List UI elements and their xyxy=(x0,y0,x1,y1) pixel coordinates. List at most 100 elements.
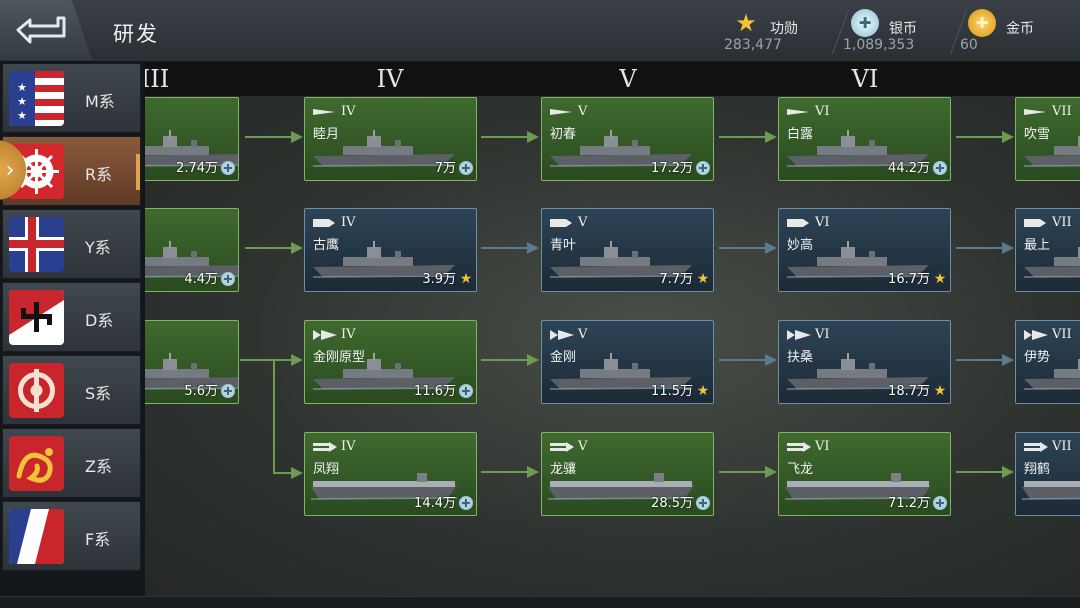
tier-label: VI xyxy=(851,65,879,93)
merit-star-icon: ★ xyxy=(696,383,710,399)
nation-tab-soviet[interactable]: S系 xyxy=(2,355,141,425)
ship-card[interactable]: IV 凤翔 14.4万 ✚ xyxy=(304,432,477,516)
page-title: 研发 xyxy=(113,22,159,46)
nation-tab-germany[interactable]: D系 xyxy=(2,282,141,352)
nation-label: F系 xyxy=(85,530,111,549)
destroyer-class-icon xyxy=(313,106,337,118)
silver-coin-icon: ✚ xyxy=(221,272,235,286)
ship-tier: VII xyxy=(1052,104,1072,119)
ship-card[interactable]: V 初春 17.2万 ✚ xyxy=(541,97,714,181)
ship-card[interactable]: IV 睦月 7万 ✚ xyxy=(304,97,477,181)
gold-value: 60 xyxy=(960,37,978,53)
ship-cost: 2.74万 xyxy=(176,161,218,176)
merit-value: 283,477 xyxy=(724,37,782,53)
cruiser-image xyxy=(1020,239,1080,281)
arrow-right-icon xyxy=(719,242,777,254)
us-flag-icon: ★ ★ ★ xyxy=(9,71,64,126)
ship-tier: IV xyxy=(341,215,356,230)
carrier-class-icon xyxy=(1024,441,1048,453)
ship-tier: VI xyxy=(815,104,830,119)
gold-label: 金币 xyxy=(1006,21,1034,37)
ship-card[interactable]: VI 妙高 16.7万 ★ xyxy=(778,208,951,292)
arrow-right-icon xyxy=(719,354,777,366)
silver-coin-icon: ✚ xyxy=(933,161,947,175)
arrow-right-icon xyxy=(719,466,777,478)
merit-star-icon: ★ xyxy=(933,271,947,287)
ship-tier: VI xyxy=(815,215,830,230)
arrow-right-icon xyxy=(481,242,539,254)
nation-tab-china[interactable]: Z系 xyxy=(2,428,141,498)
nation-label: Y系 xyxy=(85,238,111,257)
merit-star-icon: ★ xyxy=(696,271,710,287)
ship-card[interactable]: V 青叶 7.7万 ★ xyxy=(541,208,714,292)
back-button[interactable] xyxy=(0,0,92,60)
ship-cost: 7.7万 xyxy=(659,272,693,287)
battleship-class-icon xyxy=(787,329,811,341)
carrier-class-icon xyxy=(550,441,574,453)
nation-tab-uk[interactable]: Y系 xyxy=(2,209,141,279)
ship-card[interactable]: IV 古鹰 3.9万 ★ xyxy=(304,208,477,292)
ship-cost: 28.5万 xyxy=(651,496,693,511)
ship-card[interactable]: VII 最上 xyxy=(1015,208,1080,292)
ship-card[interactable]: V 金刚 11.5万 ★ xyxy=(541,320,714,404)
carrier-class-icon xyxy=(787,441,811,453)
ship-card[interactable]: VI 扶桑 18.7万 ★ xyxy=(778,320,951,404)
ship-card[interactable]: VII 吹雪 xyxy=(1015,97,1080,181)
ship-tier: IV xyxy=(341,439,356,454)
chevron-right-icon: › xyxy=(5,157,15,183)
destroyer-image xyxy=(1020,128,1080,170)
svg-text:★: ★ xyxy=(17,109,27,122)
merit-star-icon: ★ xyxy=(933,383,947,399)
ship-tier: V xyxy=(578,104,588,119)
ship-card[interactable]: 4.4万 ✚ xyxy=(145,208,239,292)
destroyer-class-icon xyxy=(1024,106,1048,118)
arrow-right-icon xyxy=(956,242,1014,254)
ship-cost: 71.2万 xyxy=(888,496,930,511)
arrow-right-icon xyxy=(481,354,539,366)
active-marker xyxy=(136,154,140,190)
silver-label: 银币 xyxy=(889,21,917,37)
ship-card[interactable]: V 龙骧 28.5万 ✚ xyxy=(541,432,714,516)
silver-coin-icon: ✚ xyxy=(696,496,710,510)
silver-coin-icon: ✚ xyxy=(696,161,710,175)
ship-tier: VI xyxy=(815,327,830,342)
china-flag-icon xyxy=(9,436,64,491)
destroyer-class-icon xyxy=(787,106,811,118)
merit-star-icon: ★ xyxy=(735,9,757,37)
arrow-right-icon xyxy=(273,467,303,479)
arrow-right-icon xyxy=(245,242,303,254)
ship-card[interactable]: VI 飞龙 71.2万 ✚ xyxy=(778,432,951,516)
arrow-right-icon xyxy=(956,466,1014,478)
research-tree: 2.74万 ✚ IV 睦月 7万 ✚ V 初春 17.2万 ✚ VI 白露 44… xyxy=(145,96,1080,596)
ship-card[interactable]: IV 金刚原型 11.6万 ✚ xyxy=(304,320,477,404)
germany-flag-icon xyxy=(9,290,64,345)
nation-tab-us[interactable]: ★ ★ ★ M系 xyxy=(2,63,141,133)
ship-tier: IV xyxy=(341,104,356,119)
tier-label: V xyxy=(619,65,637,93)
france-flag-icon xyxy=(9,509,64,564)
ship-card[interactable]: VI 白露 44.2万 ✚ xyxy=(778,97,951,181)
ship-cost: 3.9万 xyxy=(422,272,456,287)
uk-flag-icon xyxy=(9,217,64,272)
cruiser-class-icon xyxy=(787,217,811,229)
merit-label: 功勋 xyxy=(770,21,798,37)
nation-label: S系 xyxy=(85,384,112,403)
merit-star-icon: ★ xyxy=(459,271,473,287)
arrow-right-icon xyxy=(956,131,1014,143)
ship-card[interactable]: VII 伊势 xyxy=(1015,320,1080,404)
soviet-flag-icon xyxy=(9,363,64,418)
silver-value: 1,089,353 xyxy=(843,37,915,53)
nation-tab-france[interactable]: F系 xyxy=(2,501,141,571)
gold-resource: ✚ 金币 60 xyxy=(960,6,1060,56)
ship-card[interactable]: 5.6万 ✚ xyxy=(145,320,239,404)
svg-text:★: ★ xyxy=(17,81,27,94)
ship-card[interactable]: VII 翔鹤 xyxy=(1015,432,1080,516)
nation-sidebar: ★ ★ ★ M系 R系 Y系 D系 S系 Z系 F系 › xyxy=(0,62,145,608)
ship-card[interactable]: 2.74万 ✚ xyxy=(145,97,239,181)
nation-label: Z系 xyxy=(85,457,112,476)
ship-cost: 7万 xyxy=(434,161,456,176)
arrow-right-icon xyxy=(481,131,539,143)
arrow-right-icon xyxy=(956,354,1014,366)
connector-line xyxy=(273,359,275,474)
gold-coin-icon: ✚ xyxy=(968,9,996,37)
